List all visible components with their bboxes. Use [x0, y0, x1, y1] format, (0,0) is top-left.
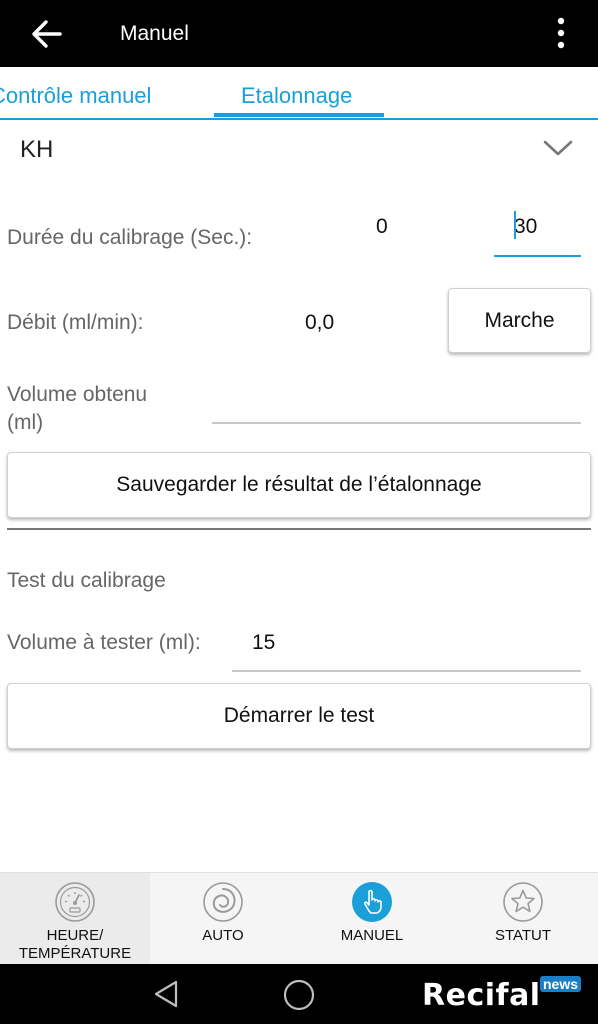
- watermark-logo: Recifal news: [418, 976, 588, 1016]
- test-volume-underline: [232, 670, 581, 672]
- bottom-navigation: HEURE/ TEMPÉRATURE AUTO MANUEL STATUT: [0, 872, 598, 965]
- save-calibration-button[interactable]: Sauvegarder le résultat de l’étalonnage: [7, 452, 591, 518]
- volume-obtained-label-line1: Volume obtenu: [7, 383, 148, 406]
- nav-label-auto: AUTO: [202, 927, 244, 944]
- page-title: Manuel: [120, 22, 189, 45]
- tab-underline: [0, 118, 598, 120]
- back-arrow-icon[interactable]: [30, 18, 64, 50]
- watermark-brand: Recifal: [422, 978, 541, 1013]
- test-volume-input[interactable]: 15: [252, 631, 275, 655]
- flow-label: Débit (ml/min):: [7, 311, 144, 334]
- gauge-icon: [55, 882, 95, 922]
- nav-label-time-temperature: HEURE/ TEMPÉRATURE: [19, 927, 131, 963]
- start-test-button[interactable]: Démarrer le test: [7, 683, 591, 749]
- test-heading: Test du calibrage: [7, 569, 166, 592]
- duration-label: Durée du calibrage (Sec.):: [7, 226, 253, 249]
- overflow-menu-icon[interactable]: [550, 16, 572, 52]
- nav-label-status: STATUT: [494, 927, 552, 944]
- system-home-icon[interactable]: [282, 978, 316, 1012]
- chevron-down-icon[interactable]: [542, 138, 574, 158]
- tab-bar: Contrôle manuel Etalonnage: [0, 67, 598, 120]
- tab-manual-control[interactable]: Contrôle manuel: [0, 83, 151, 109]
- tab-calibration[interactable]: Etalonnage: [241, 83, 352, 109]
- run-button[interactable]: Marche: [448, 288, 591, 353]
- nav-item-status[interactable]: STATUT: [448, 873, 598, 965]
- app-bar: Manuel: [0, 0, 598, 67]
- duration-input[interactable]: 30: [514, 215, 537, 239]
- nav-item-auto[interactable]: AUTO: [150, 873, 296, 965]
- volume-obtained-input[interactable]: [214, 395, 580, 421]
- system-back-icon[interactable]: [150, 978, 182, 1010]
- hand-pointer-icon: [352, 882, 392, 922]
- test-volume-label: Volume à tester (ml):: [7, 631, 201, 654]
- duration-input-underline: [494, 255, 581, 257]
- nav-label-line2: TEMPÉRATURE: [18, 945, 132, 962]
- spiral-icon: [203, 882, 243, 922]
- section-divider: [7, 528, 591, 530]
- dropdown-selected-value: KH: [20, 136, 54, 163]
- flow-value: 0,0: [305, 311, 335, 334]
- nav-label-manual: MANUEL: [340, 927, 404, 944]
- parameter-dropdown[interactable]: KH: [0, 122, 598, 178]
- nav-item-manual[interactable]: MANUEL: [296, 873, 448, 965]
- star-icon: [503, 882, 543, 922]
- nav-item-time-temperature[interactable]: HEURE/ TEMPÉRATURE: [0, 873, 150, 965]
- nav-label-line1: HEURE/: [46, 927, 104, 944]
- duration-min-value: 0: [376, 215, 388, 238]
- volume-obtained-label-line2: (ml): [7, 411, 44, 434]
- volume-obtained-underline: [212, 422, 581, 424]
- text-cursor: [514, 211, 516, 239]
- watermark-badge: news: [540, 976, 582, 992]
- tab-indicator: [214, 113, 384, 117]
